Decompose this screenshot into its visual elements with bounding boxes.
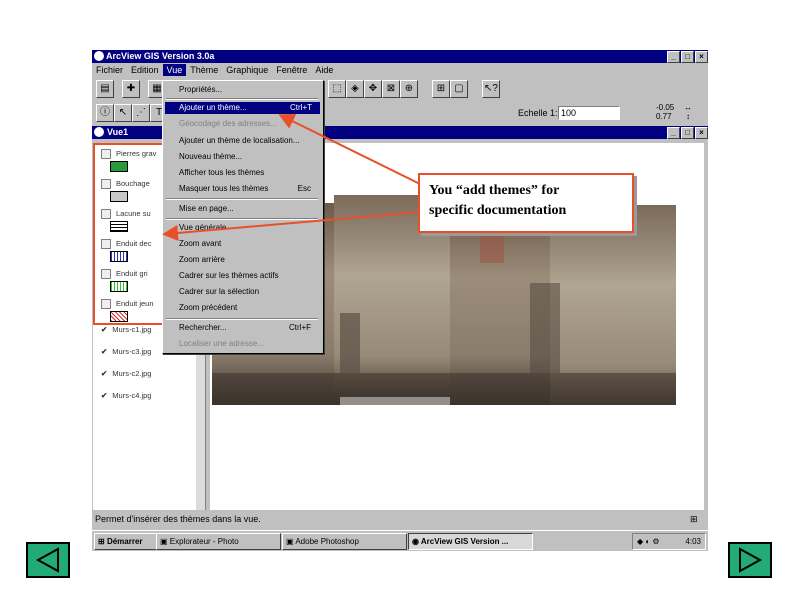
resize-grip-icon[interactable]: ⊞ [690, 512, 698, 526]
view-minimize-button[interactable]: _ [667, 127, 680, 139]
horizontal-arrow-icon: ↔ [684, 103, 692, 112]
task-photoshop[interactable]: ▣ Adobe Photoshop [282, 533, 407, 550]
theme-label: Murs-c1.jpg [112, 325, 152, 334]
left-triangle-icon [35, 547, 59, 573]
menu-item-zoom-avant[interactable]: Zoom avant [179, 238, 319, 250]
previous-slide-button[interactable] [26, 542, 70, 578]
menu-bar: Fichier Edition Vue Thème Graphique Fenêtre Ai… [92, 64, 708, 77]
next-slide-button[interactable] [728, 542, 772, 578]
menu-edition[interactable]: Edition [127, 64, 163, 76]
menu-item-nouveau-theme[interactable]: Nouveau thème... [179, 151, 319, 163]
theme-murs-c2[interactable]: ✔ Murs-c2.jpg [101, 369, 151, 378]
theme-label: Murs-c4.jpg [112, 391, 152, 400]
task-label: Explorateur - Photo [169, 537, 239, 546]
coordinate-y: 0.77 [656, 112, 672, 121]
menu-item-shortcut: Ctrl+T [290, 103, 312, 112]
menu-separator [166, 98, 318, 100]
menu-item-cadrer-selection[interactable]: Cadrer sur la sélection [179, 286, 319, 298]
menu-item-label: Ajouter un thème... [179, 103, 247, 112]
menu-item-zoom-arriere[interactable]: Zoom arrière [179, 254, 319, 266]
menu-item-ajouter-theme[interactable]: Ajouter un thème... Ctrl+T [165, 102, 320, 114]
zoom-active-icon[interactable]: ⊠ [382, 80, 400, 98]
view-maximize-button[interactable]: □ [681, 127, 694, 139]
add-theme-icon[interactable]: ✚ [122, 80, 140, 98]
vue-dropdown-menu: Propriétés... Ajouter un thème... Ctrl+T … [162, 80, 324, 354]
view-globe-icon [94, 127, 104, 137]
theme-murs-c1[interactable]: ✔ Murs-c1.jpg [101, 325, 151, 334]
menu-item-proprietes[interactable]: Propriétés... [179, 84, 319, 96]
find-icon[interactable]: ◈ [346, 80, 364, 98]
system-tray: ◆ ◐ ⚙ 4:03 [632, 533, 706, 550]
clock: 4:03 [685, 537, 701, 546]
minimize-button[interactable]: _ [667, 51, 680, 63]
tray-icons[interactable]: ◆ ◐ ⚙ [633, 537, 660, 546]
task-label: ArcView GIS Version ... [420, 537, 509, 546]
theme-murs-c3[interactable]: ✔ Murs-c3.jpg [101, 347, 151, 356]
menu-fichier[interactable]: Fichier [92, 64, 127, 76]
windows-taskbar: ⊞ Démarrer ▣ Explorateur - Photo ▣ Adobe… [92, 530, 708, 551]
menu-item-shortcut: Ctrl+F [289, 323, 311, 332]
theme-murs-c4[interactable]: ✔ Murs-c4.jpg [101, 391, 151, 400]
zoom-out-icon[interactable]: ▢ [450, 80, 468, 98]
check-icon[interactable]: ✔ [101, 369, 107, 378]
globe-icon [94, 51, 104, 61]
task-explorer[interactable]: ▣ Explorateur - Photo [156, 533, 281, 550]
menu-item-cadrer-themes[interactable]: Cadrer sur les thèmes actifs [179, 270, 319, 282]
menu-separator [166, 218, 318, 220]
menu-separator [166, 198, 318, 200]
menu-item-geocodage: Géocodage des adresses... [179, 119, 277, 128]
menu-separator [166, 318, 318, 320]
menu-item-rechercher[interactable]: Rechercher... Ctrl+F [179, 322, 319, 334]
task-label: Adobe Photoshop [295, 537, 359, 546]
menu-item-localiser-adresse: Localiser une adresse... [179, 339, 264, 348]
status-bar: Permet d'insérer des thèmes dans la vue.… [92, 512, 708, 526]
theme-label: Murs-c3.jpg [112, 347, 152, 356]
check-icon[interactable]: ✔ [101, 325, 107, 334]
pointer-icon[interactable]: ↖ [114, 104, 132, 122]
callout-line-2: specific documentation [429, 203, 567, 218]
view-close-button[interactable]: × [695, 127, 708, 139]
callout-line-1: You “add themes” for [429, 183, 560, 198]
save-icon[interactable]: ▤ [96, 80, 114, 98]
help-pointer-icon[interactable]: ↖? [482, 80, 500, 98]
close-button[interactable]: × [695, 51, 708, 63]
menu-graphique[interactable]: Graphique [222, 64, 272, 76]
select-features-icon[interactable]: ⬚ [328, 80, 346, 98]
check-icon[interactable]: ✔ [101, 347, 107, 356]
check-icon[interactable]: ✔ [101, 391, 107, 400]
menu-item-label: Rechercher... [179, 323, 227, 332]
right-triangle-icon [739, 547, 763, 573]
task-arcview[interactable]: ◉ ArcView GIS Version ... [408, 533, 533, 550]
menu-item-label: Masquer tous les thèmes [179, 184, 269, 193]
scale-label: Echelle 1: [518, 108, 558, 118]
menu-item-masquer-themes[interactable]: Masquer tous les thèmes Esc [179, 183, 319, 195]
vertex-edit-icon[interactable]: ⋰ [132, 104, 150, 122]
menu-item-vue-generale[interactable]: Vue générale [179, 222, 319, 234]
vertical-arrow-icon: ↕ [686, 112, 690, 121]
menu-item-zoom-precedent[interactable]: Zoom précédent [179, 302, 319, 314]
menu-item-shortcut: Esc [297, 184, 311, 193]
theme-label: Murs-c2.jpg [112, 369, 152, 378]
coordinate-x: -0.05 [656, 103, 675, 112]
menu-vue[interactable]: Vue [162, 64, 187, 76]
menu-item-theme-localisation[interactable]: Ajouter un thème de localisation... [179, 135, 319, 147]
annotation-callout: You “add themes” for specific documentat… [418, 173, 634, 233]
start-label: Démarrer [106, 537, 143, 546]
zoom-in-icon[interactable]: ⊞ [432, 80, 450, 98]
scale-input[interactable]: 100 [558, 106, 620, 120]
menu-item-mise-en-page[interactable]: Mise en page... [179, 203, 319, 215]
menu-theme[interactable]: Thème [186, 64, 222, 76]
app-title: ArcView GIS Version 3.0a [106, 51, 215, 61]
menu-item-afficher-themes[interactable]: Afficher tous les thèmes [179, 167, 319, 179]
zoom-selected-icon[interactable]: ⊕ [400, 80, 418, 98]
app-title-bar[interactable]: ArcView GIS Version 3.0a _ □ × [92, 50, 708, 63]
menu-aide[interactable]: Aide [311, 64, 337, 76]
start-button[interactable]: ⊞ Démarrer [94, 533, 157, 550]
zoom-full-icon[interactable]: ✥ [364, 80, 382, 98]
maximize-button[interactable]: □ [681, 51, 694, 63]
status-text: Permet d'insérer des thèmes dans la vue. [95, 514, 261, 524]
menu-fenetre[interactable]: Fenêtre [272, 64, 311, 76]
identify-icon[interactable]: ⓘ [96, 104, 114, 122]
